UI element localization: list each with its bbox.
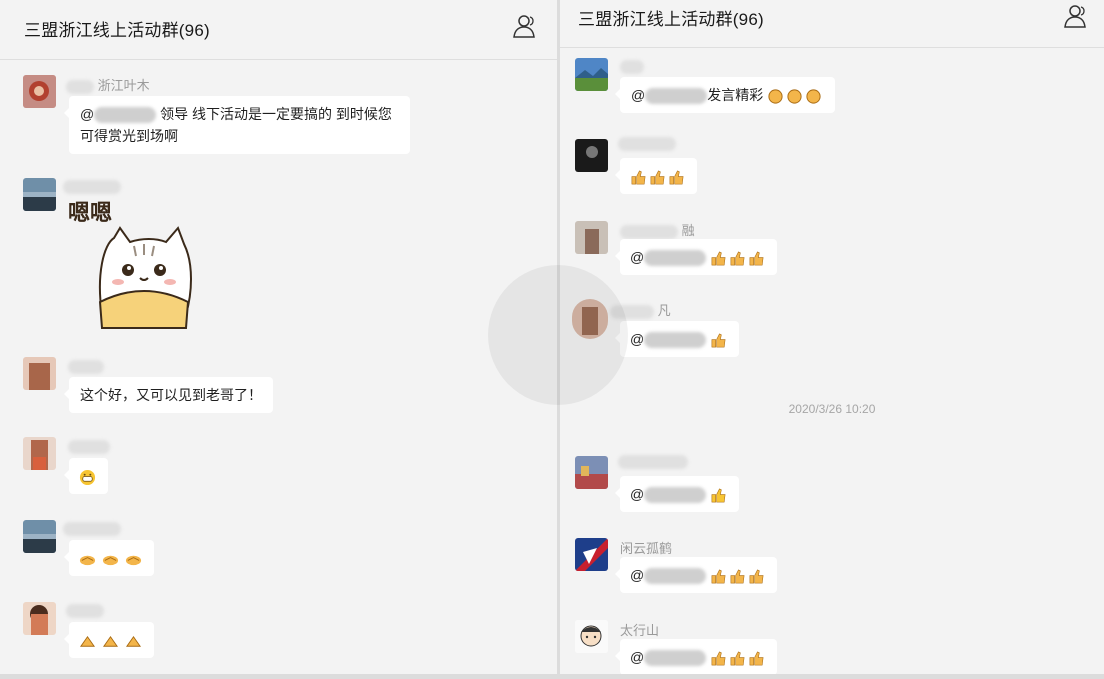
blurred-name (618, 454, 688, 469)
avatar[interactable] (23, 437, 56, 470)
blurred-mention (644, 487, 707, 504)
thumbs-up-icon (711, 488, 726, 503)
avatar[interactable] (23, 178, 56, 211)
thumbs-up-icon (711, 569, 726, 584)
message-bubble[interactable]: @ 发言精彩 (614, 77, 836, 113)
message-bubble[interactable]: @ (614, 239, 778, 275)
grin-icon (79, 469, 96, 485)
thumb-icon (79, 635, 96, 647)
sender-name (68, 358, 104, 374)
sender-name: 融 (620, 220, 695, 239)
thumbs-up-icon (669, 170, 684, 185)
blurred-name (66, 603, 104, 618)
clap-icon (768, 89, 783, 104)
sender-name (618, 135, 676, 151)
message-bubble[interactable] (615, 158, 697, 194)
thumbs-up-icon (730, 651, 745, 666)
left-chat-window: 三盟浙江线上活动群(96) 浙江叶木 @ 领导 线下活动是一定要搞的 到时候您 … (0, 0, 557, 679)
handshake-icon (102, 555, 118, 565)
avatar[interactable] (23, 520, 56, 553)
blurred-mention (644, 250, 707, 267)
thumbs-up-icon (711, 651, 726, 666)
bottom-edge (0, 674, 557, 679)
handshake-icon (125, 555, 141, 565)
bottom-edge (560, 674, 1104, 679)
blurred-name (620, 59, 644, 74)
blurred-name (63, 179, 121, 194)
message-bubble[interactable]: @ (614, 321, 740, 357)
sender-name (618, 453, 688, 469)
sender-name: 闲云孤鹤 (620, 541, 673, 556)
blurred-name (63, 521, 121, 536)
sender-name (620, 58, 644, 74)
blurred-name (68, 439, 110, 454)
handshake-icon (79, 555, 96, 565)
message-bubble[interactable]: @ (614, 557, 778, 593)
group-title: 三盟浙江线上活动群(96) (578, 10, 764, 29)
thumbs-up-icon (730, 251, 745, 266)
avatar[interactable] (575, 620, 608, 653)
message-bubble[interactable] (64, 458, 108, 494)
blurred-mention (644, 650, 707, 667)
avatar[interactable] (575, 221, 608, 254)
message-bubble[interactable]: @ (614, 639, 778, 675)
sender-name: 浙江叶木 (66, 75, 150, 94)
right-chat-window: 三盟浙江线上活动群(96) @ 发言精彩 融 @ 凡 @ 2020/3/26 1… (560, 0, 1104, 679)
thumbs-up-icon (631, 170, 646, 185)
avatar[interactable] (23, 357, 56, 390)
blurred-name (66, 79, 94, 94)
avatar[interactable] (575, 139, 608, 172)
sender-name: 太行山 (620, 623, 660, 638)
group-members-icon[interactable] (511, 14, 537, 38)
sender-name (68, 438, 110, 454)
sender-name (63, 520, 121, 536)
cat-sticker[interactable]: 嗯嗯 (68, 196, 198, 332)
blurred-mention (644, 568, 707, 585)
chat-header: 三盟浙江线上活动群(96) (0, 0, 557, 60)
sender-name: 凡 (610, 300, 671, 319)
thumbs-up-icon (711, 333, 726, 348)
clap-icon (787, 89, 802, 104)
blurred-name (610, 304, 654, 319)
blurred-name (618, 136, 676, 151)
thumb-icon (125, 635, 141, 647)
avatar[interactable] (575, 456, 608, 489)
timestamp-divider: 2020/3/26 10:20 (788, 402, 876, 416)
thumbs-up-icon (730, 569, 745, 584)
thumbs-up-icon (650, 170, 665, 185)
chat-header: 三盟浙江线上活动群(96) (560, 0, 1104, 48)
sender-name (66, 602, 104, 618)
blurred-mention (94, 107, 157, 124)
avatar[interactable] (23, 602, 56, 635)
avatar[interactable] (575, 58, 608, 91)
thumbs-up-icon (711, 251, 726, 266)
avatar[interactable] (575, 538, 608, 571)
message-bubble[interactable]: @ (614, 476, 740, 512)
thumbs-up-icon (749, 251, 764, 266)
thumbs-up-icon (749, 569, 764, 584)
thumb-icon (102, 635, 118, 647)
avatar[interactable] (572, 299, 608, 339)
message-bubble[interactable]: @ 领导 线下活动是一定要搞的 到时候您 可得赏光到场啊 (64, 96, 410, 154)
blurred-name (620, 224, 678, 239)
message-bubble[interactable] (64, 540, 154, 576)
sticker-text: 嗯嗯 (68, 200, 113, 225)
clap-icon (806, 89, 821, 104)
message-bubble[interactable]: 这个好，又可以见到老哥了！ (64, 377, 273, 413)
thumbs-up-icon (749, 651, 764, 666)
group-members-icon[interactable] (1062, 4, 1088, 28)
sender-name (63, 178, 121, 194)
blurred-name (68, 359, 104, 374)
blurred-mention (645, 88, 708, 105)
blurred-mention (644, 332, 707, 349)
group-title: 三盟浙江线上活动群(96) (24, 21, 210, 40)
avatar[interactable] (23, 75, 56, 108)
message-bubble[interactable] (64, 622, 154, 658)
